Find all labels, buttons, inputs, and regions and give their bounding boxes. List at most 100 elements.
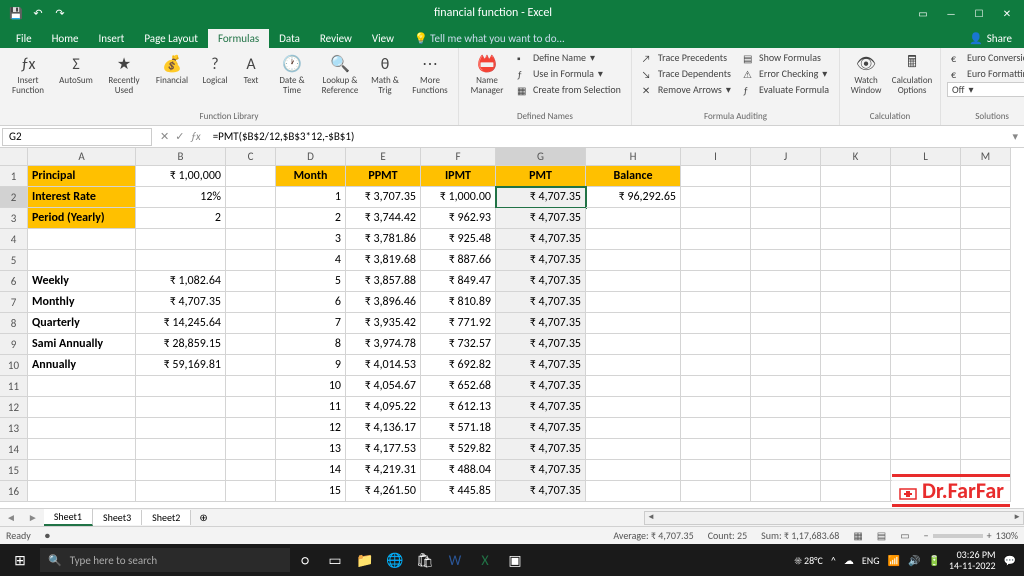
word-icon[interactable]: W <box>440 545 470 575</box>
col-header[interactable]: M <box>961 148 1011 166</box>
cell[interactable] <box>821 334 891 355</box>
cell[interactable] <box>681 481 751 502</box>
cell[interactable] <box>821 481 891 502</box>
tab-view[interactable]: View <box>362 29 404 48</box>
text-button[interactable]: AText <box>236 50 266 86</box>
cell[interactable] <box>28 376 136 397</box>
create-from-selection-button[interactable]: ▦Create from Selection <box>513 82 625 97</box>
cell[interactable] <box>226 334 276 355</box>
cell[interactable] <box>136 376 226 397</box>
onedrive-icon[interactable]: ☁ <box>844 554 854 567</box>
watch-window-button[interactable]: 👁Watch Window <box>846 50 886 96</box>
cell[interactable] <box>28 460 136 481</box>
cell[interactable]: ₹ 4,707.35 <box>496 208 586 229</box>
cell[interactable] <box>821 166 891 187</box>
insert-function-button[interactable]: ƒxInsert Function <box>6 50 50 96</box>
cell[interactable] <box>226 376 276 397</box>
cell[interactable] <box>821 460 891 481</box>
cell[interactable]: ₹ 4,707.35 <box>496 250 586 271</box>
cell[interactable] <box>226 439 276 460</box>
cell[interactable] <box>681 229 751 250</box>
ribbon-opts-icon[interactable]: ▭ <box>910 2 936 24</box>
cell[interactable] <box>226 187 276 208</box>
cell[interactable] <box>751 250 821 271</box>
cell[interactable] <box>751 229 821 250</box>
tab-formulas[interactable]: Formulas <box>208 29 269 48</box>
cell[interactable] <box>751 376 821 397</box>
cell[interactable] <box>891 250 961 271</box>
col-header[interactable]: H <box>586 148 681 166</box>
taskview-icon[interactable]: ▭ <box>320 545 350 575</box>
cell[interactable] <box>226 418 276 439</box>
cell[interactable] <box>136 460 226 481</box>
cell[interactable]: ₹ 4,707.35 <box>496 481 586 502</box>
cell[interactable]: Balance <box>586 166 681 187</box>
row-header[interactable]: 15 <box>0 460 28 481</box>
cell[interactable] <box>961 208 1011 229</box>
recently-used-button[interactable]: ★Recently Used <box>102 50 146 96</box>
cell[interactable] <box>586 481 681 502</box>
store-icon[interactable]: 🛍 <box>410 545 440 575</box>
cell[interactable] <box>891 229 961 250</box>
col-header[interactable]: K <box>821 148 891 166</box>
cell[interactable] <box>961 166 1011 187</box>
cell[interactable] <box>821 313 891 334</box>
excel-icon[interactable]: X <box>470 545 500 575</box>
cell[interactable] <box>28 418 136 439</box>
cell[interactable] <box>961 313 1011 334</box>
row-header[interactable]: 11 <box>0 376 28 397</box>
cell[interactable] <box>226 250 276 271</box>
cell[interactable] <box>586 229 681 250</box>
cell[interactable] <box>891 397 961 418</box>
wifi-icon[interactable]: 📶 <box>888 554 900 567</box>
cell[interactable]: PMT <box>496 166 586 187</box>
trace-precedents-button[interactable]: ↗Trace Precedents <box>638 50 735 65</box>
cell[interactable] <box>821 250 891 271</box>
cell[interactable] <box>961 229 1011 250</box>
cell[interactable] <box>28 229 136 250</box>
col-header[interactable]: C <box>226 148 276 166</box>
cell[interactable] <box>751 418 821 439</box>
cell[interactable] <box>226 460 276 481</box>
cell[interactable] <box>891 208 961 229</box>
cell[interactable]: ₹ 571.18 <box>421 418 496 439</box>
cortana-icon[interactable]: ○ <box>290 545 320 575</box>
cell[interactable] <box>751 313 821 334</box>
new-sheet-icon[interactable]: ⊕ <box>191 511 215 524</box>
cell[interactable]: ₹ 4,177.53 <box>346 439 421 460</box>
share-button[interactable]: 👤Share <box>957 29 1024 48</box>
cell[interactable] <box>28 481 136 502</box>
cell[interactable] <box>681 355 751 376</box>
cell[interactable] <box>961 418 1011 439</box>
cell[interactable] <box>586 313 681 334</box>
cell[interactable] <box>586 271 681 292</box>
cell[interactable] <box>891 271 961 292</box>
cell[interactable]: ₹ 4,219.31 <box>346 460 421 481</box>
cell[interactable] <box>891 355 961 376</box>
euro-conversion-button[interactable]: €Euro Conversion <box>947 50 1024 65</box>
view-normal-icon[interactable]: ▦ <box>853 529 862 542</box>
error-checking-button[interactable]: ⚠Error Checking ▾ <box>739 66 833 81</box>
cell[interactable] <box>751 292 821 313</box>
cell[interactable] <box>681 376 751 397</box>
row-header[interactable]: 5 <box>0 250 28 271</box>
cell[interactable] <box>961 334 1011 355</box>
save-icon[interactable]: 💾 <box>8 5 24 21</box>
math-button[interactable]: θMath & Trig <box>366 50 404 96</box>
formula-input[interactable] <box>209 129 1007 144</box>
cell[interactable]: 13 <box>276 439 346 460</box>
cell[interactable] <box>751 460 821 481</box>
cell[interactable]: Principal <box>28 166 136 187</box>
col-header[interactable]: G <box>496 148 586 166</box>
minimize-icon[interactable]: — <box>938 2 964 24</box>
cell[interactable] <box>751 334 821 355</box>
row-header[interactable]: 10 <box>0 355 28 376</box>
row-header[interactable]: 4 <box>0 229 28 250</box>
cell[interactable]: ₹ 3,819.68 <box>346 250 421 271</box>
name-manager-button[interactable]: 📛Name Manager <box>465 50 509 96</box>
off-dropdown[interactable]: Off ▾ <box>947 82 1024 97</box>
cell[interactable]: Period (Yearly) <box>28 208 136 229</box>
cell[interactable]: 14 <box>276 460 346 481</box>
tab-home[interactable]: Home <box>42 29 89 48</box>
col-header[interactable]: F <box>421 148 496 166</box>
